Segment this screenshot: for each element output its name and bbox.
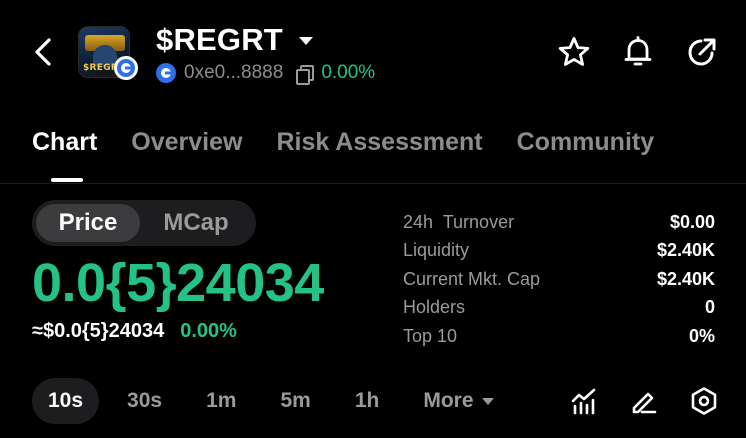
draw-icon — [632, 392, 657, 414]
toggle-mcap[interactable]: MCap — [140, 204, 252, 242]
active-tab-indicator — [51, 178, 83, 182]
alert-button[interactable] — [620, 34, 656, 70]
stat-row: Holders 0 — [403, 294, 715, 323]
address-row: 0xe0...8888 0.00% — [156, 62, 376, 85]
price-mcap-toggle: Price MCap — [32, 200, 256, 246]
stat-value: 0 — [704, 297, 715, 318]
caret-down-icon — [481, 397, 494, 405]
timeframe-5m[interactable]: 5m — [264, 378, 326, 424]
back-arrow-icon — [35, 38, 51, 66]
stat-row: Liquidity $2.40K — [403, 237, 715, 266]
stat-label: Top 10 — [403, 325, 458, 346]
chart-settings-button[interactable] — [688, 384, 720, 418]
usd-price-row: ≈$0.0{5}24034 0.00% — [32, 320, 237, 343]
tab-overview[interactable]: Overview — [131, 128, 242, 157]
back-button[interactable] — [26, 34, 60, 70]
timeframe-selector: 10s 30s 1m 5m 1h More — [32, 378, 510, 424]
timeframe-10s[interactable]: 10s — [32, 378, 100, 424]
favorite-button[interactable] — [556, 34, 592, 70]
indicator-button[interactable] — [568, 384, 600, 418]
address-change: 0.00% — [321, 62, 376, 83]
stat-label: 24h Turnover — [403, 211, 515, 232]
token-stats: 24h Turnover $0.00 Liquidity $2.40K Curr… — [403, 208, 715, 351]
header-actions — [556, 34, 720, 70]
token-avatar: $REGRT — [78, 26, 138, 82]
stat-row: Top 10 0% — [403, 322, 715, 351]
toggle-price[interactable]: Price — [36, 204, 140, 242]
stat-value: $0.00 — [669, 211, 715, 232]
tabs-divider — [0, 183, 746, 184]
stat-label: Current Mkt. Cap — [403, 268, 541, 289]
chain-badge-icon — [114, 56, 138, 80]
price-change: 0.00% — [180, 320, 237, 342]
settings-icon — [691, 387, 717, 415]
stat-label: Holders — [403, 297, 466, 318]
stat-label: Liquidity — [403, 240, 470, 261]
share-button[interactable] — [684, 34, 720, 70]
bell-icon — [624, 36, 652, 66]
stat-row: 24h Turnover $0.00 — [403, 208, 715, 237]
stat-row: Current Mkt. Cap $2.40K — [403, 265, 715, 294]
copy-icon[interactable] — [295, 64, 315, 85]
caret-down-icon[interactable] — [298, 37, 313, 45]
token-name: $REGRT — [156, 22, 283, 57]
timeframe-more-button[interactable]: More — [407, 378, 509, 424]
stat-value: $2.40K — [656, 240, 715, 261]
timeframe-1m[interactable]: 1m — [190, 378, 252, 424]
chart-tools — [568, 384, 720, 418]
share-icon — [688, 38, 716, 66]
chain-icon — [156, 63, 176, 83]
stat-value: $2.40K — [656, 268, 715, 289]
timeframe-1h[interactable]: 1h — [339, 378, 396, 424]
tab-risk-assessment[interactable]: Risk Assessment — [276, 128, 482, 157]
tab-community[interactable]: Community — [517, 128, 655, 157]
timeframe-30s[interactable]: 30s — [111, 378, 178, 424]
tab-chart[interactable]: Chart — [32, 128, 97, 157]
token-title[interactable]: $REGRT — [156, 22, 313, 58]
usd-price: ≈$0.0{5}24034 — [32, 320, 165, 342]
stat-value: 0% — [688, 325, 715, 346]
current-price: 0.0{5}24034 — [32, 253, 324, 313]
contract-address: 0xe0...8888 — [184, 62, 284, 83]
draw-button[interactable] — [628, 384, 660, 418]
main-tabs: Chart Overview Risk Assessment Community — [32, 128, 654, 157]
star-icon — [558, 37, 590, 66]
indicator-icon — [571, 388, 596, 415]
more-label: More — [423, 389, 474, 412]
